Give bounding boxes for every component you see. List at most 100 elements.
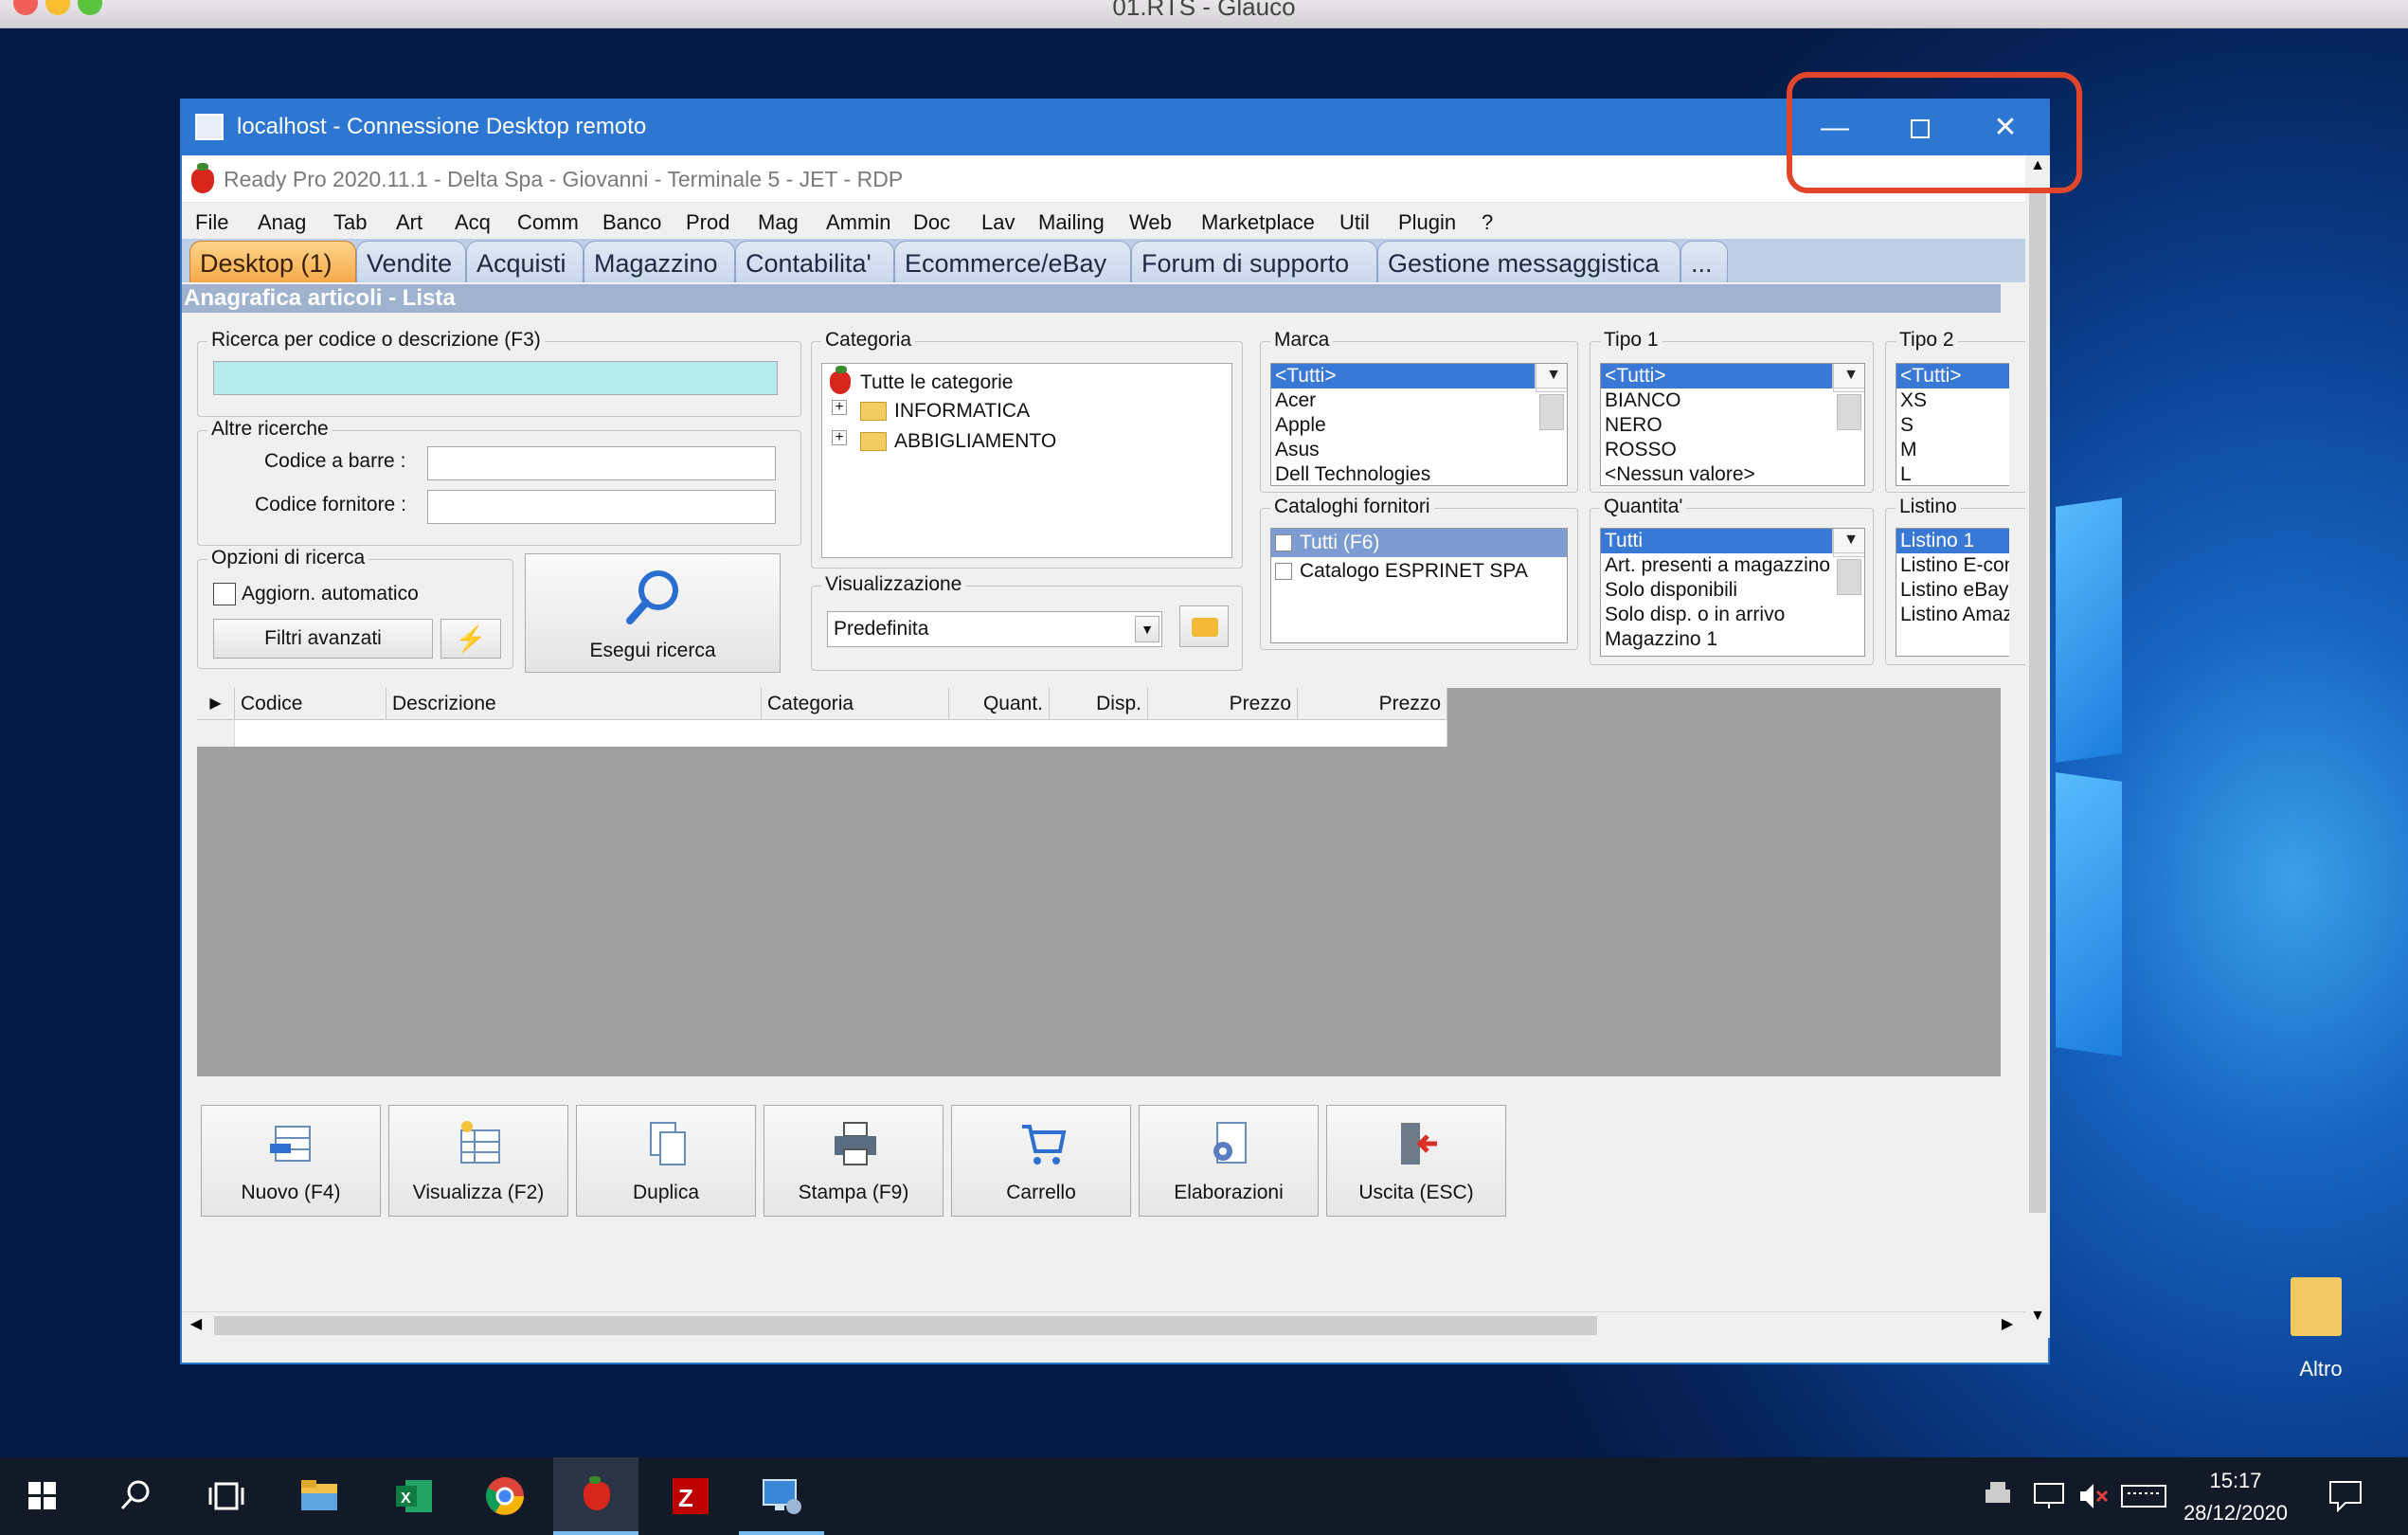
table-row-header[interactable] [197, 720, 235, 747]
barcode-input[interactable] [427, 446, 776, 480]
tab-acquisti[interactable]: Acquisti [466, 241, 584, 282]
search-input[interactable] [213, 361, 778, 395]
quantity-list[interactable]: Tutti Art. presenti a magazzino Solo dis… [1600, 528, 1865, 657]
scroll-thumb[interactable] [1837, 394, 1861, 430]
category-all[interactable]: Tutte le categorie [860, 371, 1013, 394]
scroll-right-icon[interactable]: ▶ [1995, 1312, 2020, 1337]
list-item[interactable]: Listino E-commerce [1896, 553, 2009, 578]
window-vertical-scrollbar[interactable]: ▲ ▼ [2025, 155, 2050, 1338]
menu-item[interactable]: Comm [517, 210, 579, 235]
column-header-price-2[interactable]: Prezzo [1298, 688, 1447, 720]
duplicate-button[interactable]: Duplica [576, 1105, 756, 1217]
scrollbar[interactable]: ▲▼ [1832, 529, 1864, 595]
desktop-folder[interactable] [2291, 1268, 2342, 1336]
table-row[interactable] [235, 720, 1447, 747]
menu-item[interactable]: Mag [758, 210, 799, 235]
column-header-quantity[interactable]: Quant. [949, 688, 1050, 720]
clock[interactable]: 15:17 28/12/2020 [2177, 1465, 2294, 1529]
tab-magazzino[interactable]: Magazzino [584, 241, 735, 282]
scroll-thumb[interactable] [214, 1316, 1597, 1335]
list-item[interactable]: XS [1896, 388, 2009, 413]
tab-desktop[interactable]: Desktop (1) [189, 241, 356, 282]
list-item[interactable]: NERO [1601, 413, 1864, 438]
list-item[interactable]: Solo disp. o in arrivo [1601, 603, 1864, 627]
list-item[interactable]: Listino eBay [1896, 578, 2009, 603]
view-button[interactable]: Visualizza (F2) [388, 1105, 568, 1217]
category-informatica[interactable]: INFORMATICA [894, 400, 1030, 423]
chevron-down-icon[interactable]: ▼ [1135, 616, 1159, 642]
list-item[interactable]: Listino 1 [1896, 529, 2009, 553]
network-icon[interactable] [2031, 1478, 2067, 1514]
list-item[interactable]: Dell Technologies [1271, 462, 1567, 485]
remote-desktop-taskbar-button[interactable] [739, 1457, 824, 1535]
tab-ecommerce[interactable]: Ecommerce/eBay [894, 241, 1131, 282]
menu-item[interactable]: File [195, 210, 228, 235]
list-item[interactable]: S [1896, 413, 2009, 438]
expand-icon[interactable]: + [832, 430, 847, 445]
list-item[interactable]: <Tutti> [1271, 364, 1567, 388]
window-horizontal-scrollbar[interactable]: ◀ ▶ [182, 1311, 2025, 1338]
list-item[interactable]: Apple [1271, 413, 1567, 438]
list-item[interactable]: Asus [1271, 438, 1567, 462]
list-item[interactable]: Listino Amazon [1896, 603, 2009, 627]
scrollbar[interactable]: ▲▼ [1535, 364, 1567, 430]
expand-icon[interactable]: + [832, 400, 847, 415]
menu-item[interactable]: Tab [333, 210, 367, 235]
list-item[interactable]: Magazzino 1 [1601, 627, 1864, 652]
scroll-down-icon[interactable]: ▼ [1833, 529, 1864, 553]
chrome-icon[interactable] [483, 1474, 527, 1518]
scroll-left-icon[interactable]: ◀ [184, 1312, 208, 1337]
tab-messaggistica[interactable]: Gestione messaggistica [1377, 241, 1680, 282]
task-view-icon[interactable] [205, 1474, 248, 1518]
scroll-down-icon[interactable]: ▼ [2025, 1308, 2050, 1334]
windows-start-icon[interactable] [21, 1474, 64, 1518]
column-header-code[interactable]: Codice [235, 688, 386, 720]
open-folder-button[interactable] [1179, 605, 1229, 647]
menu-item[interactable]: Doc [913, 210, 950, 235]
category-tree[interactable]: Tutte le categorie + INFORMATICA + ABBIG… [821, 363, 1232, 558]
scroll-down-icon[interactable]: ▼ [1833, 364, 1864, 388]
scroll-thumb[interactable] [1837, 559, 1861, 595]
column-header-description[interactable]: Descrizione [386, 688, 762, 720]
list-item[interactable]: ROSSO [1601, 438, 1864, 462]
list-item[interactable]: Solo disponibili [1601, 578, 1864, 603]
list-item[interactable]: <Nessun valore> [1601, 462, 1864, 485]
catalog-item-esprinet[interactable]: Catalogo ESPRINET SPA [1271, 557, 1567, 586]
category-abbigliamento[interactable]: ABBIGLIAMENTO [894, 430, 1056, 453]
ready-pro-taskbar-button[interactable] [553, 1457, 638, 1535]
menu-item[interactable]: Plugin [1398, 210, 1456, 235]
tab-more[interactable]: ... [1680, 241, 1728, 282]
type1-list[interactable]: <Tutti> BIANCO NERO ROSSO <Nessun valore… [1600, 363, 1865, 486]
list-item[interactable]: L [1896, 462, 2009, 485]
keyboard-icon[interactable] [2120, 1478, 2167, 1514]
advanced-filters-button[interactable]: Filtri avanzati [213, 619, 433, 659]
articles-grid[interactable]: ▶ Codice Descrizione Categoria Quant. Di… [197, 688, 2001, 1076]
cart-button[interactable]: Carrello [951, 1105, 1131, 1217]
printer-tray-icon[interactable] [1980, 1478, 2016, 1514]
processing-button[interactable]: Elaborazioni [1139, 1105, 1319, 1217]
menu-item[interactable]: Util [1339, 210, 1370, 235]
print-button[interactable]: Stampa (F9) [764, 1105, 943, 1217]
tab-vendite[interactable]: Vendite [356, 241, 466, 282]
file-explorer-icon[interactable] [297, 1474, 341, 1518]
exit-button[interactable]: Uscita (ESC) [1326, 1105, 1506, 1217]
scroll-down-icon[interactable]: ▼ [1536, 364, 1567, 388]
column-header-available[interactable]: Disp. [1050, 688, 1148, 720]
menu-item[interactable]: Web [1129, 210, 1172, 235]
list-item[interactable]: <Tutti> [1896, 364, 2009, 388]
catalog-checkbox[interactable] [1275, 563, 1292, 580]
search-icon[interactable] [114, 1474, 157, 1518]
list-item[interactable]: Art. presenti a magazzino [1601, 553, 1864, 578]
menu-item[interactable]: Lav [981, 210, 1015, 235]
column-header-category[interactable]: Categoria [762, 688, 949, 720]
execute-search-button[interactable]: Esegui ricerca [525, 553, 781, 673]
tab-forum[interactable]: Forum di supporto [1131, 241, 1377, 282]
scroll-thumb[interactable] [1539, 394, 1564, 430]
new-button[interactable]: Nuovo (F4) [201, 1105, 381, 1217]
excel-icon[interactable]: X [392, 1474, 436, 1518]
volume-muted-icon[interactable] [2075, 1478, 2111, 1514]
brand-list[interactable]: <Tutti> Acer Apple Asus Dell Technologie… [1270, 363, 1568, 486]
supplier-catalogs-list[interactable]: Tutti (F6) Catalogo ESPRINET SPA [1270, 528, 1568, 643]
catalog-checkbox[interactable] [1275, 534, 1292, 551]
menu-item[interactable]: Acq [455, 210, 491, 235]
